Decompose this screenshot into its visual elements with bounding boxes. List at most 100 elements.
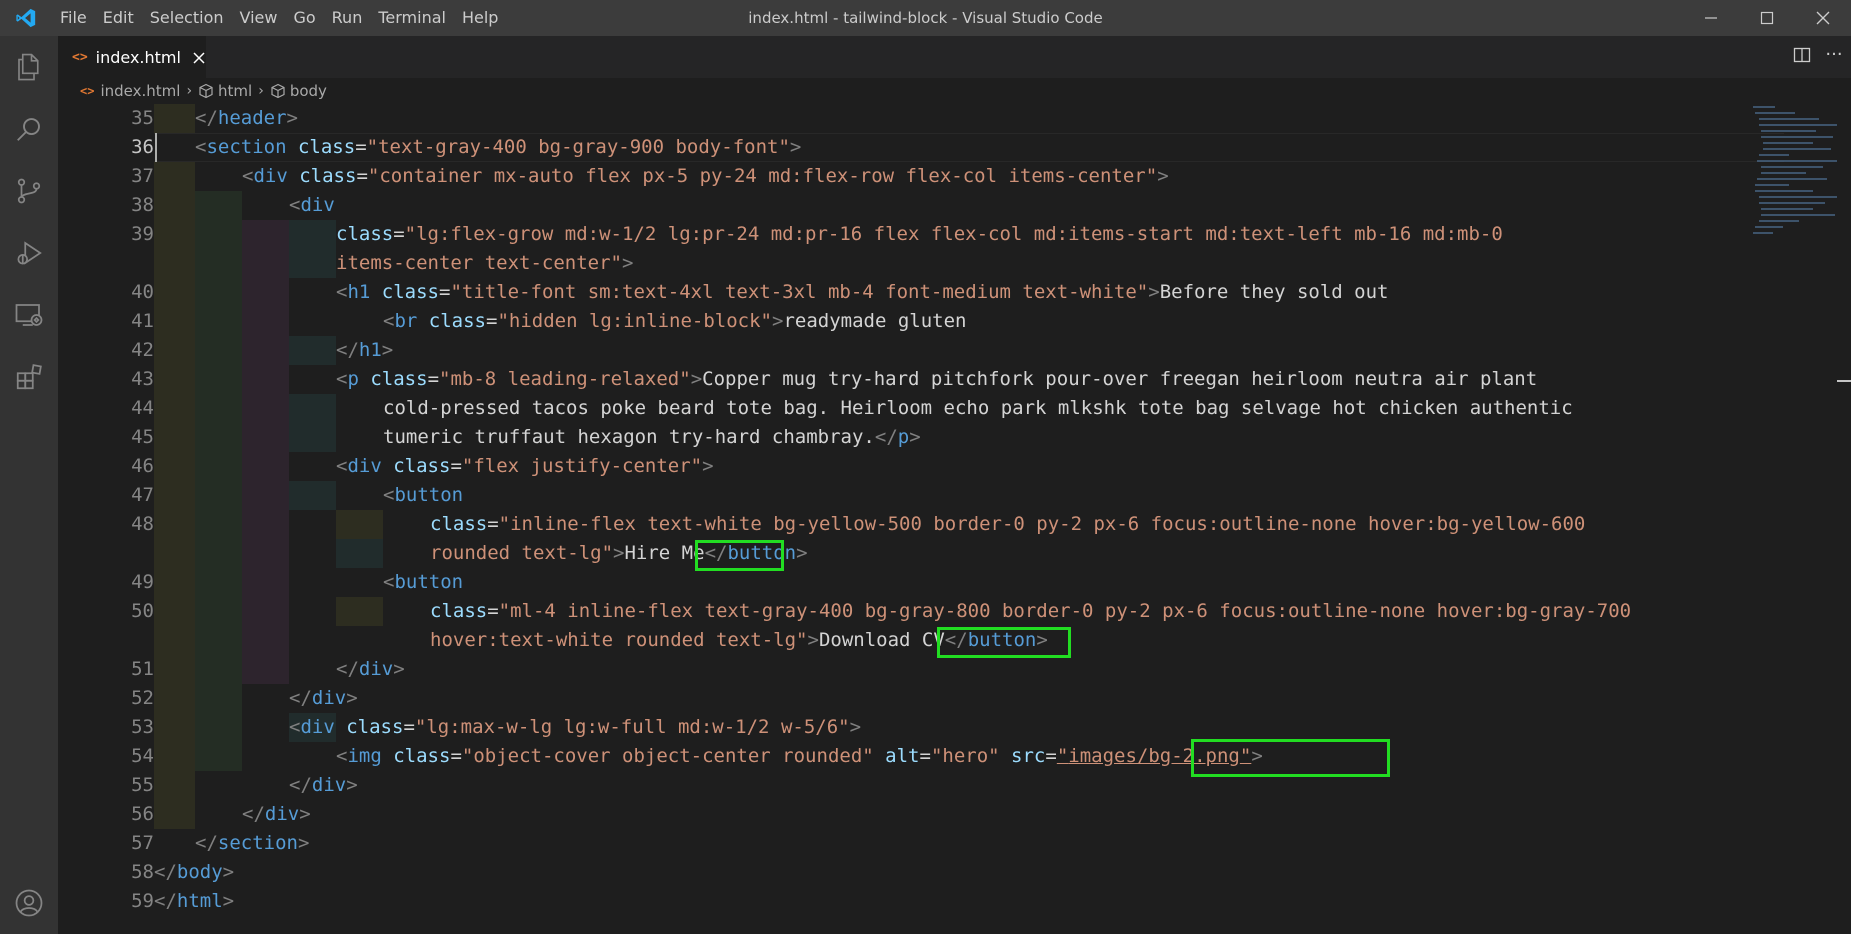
code-line: <div class="container mx-auto flex px-5 … <box>242 165 1169 187</box>
scrollbar-cursor-marker <box>1837 380 1851 382</box>
highlight-box-image-src <box>1191 739 1390 777</box>
line-number: 48 <box>131 513 154 535</box>
menu-edit[interactable]: Edit <box>95 0 142 36</box>
search-icon[interactable] <box>0 98 58 160</box>
line-number: 35 <box>131 107 154 129</box>
tab-close-button[interactable] <box>193 48 206 68</box>
line-number: 36 <box>131 136 154 158</box>
accounts-icon[interactable] <box>0 872 58 934</box>
line-number: 54 <box>131 745 154 767</box>
breadcrumb-html-label: html <box>218 82 253 100</box>
line-number: 45 <box>131 426 154 448</box>
vscode-logo-icon <box>0 0 52 36</box>
breadcrumb-file[interactable]: <> index.html <box>80 82 180 100</box>
line-number: 37 <box>131 165 154 187</box>
breadcrumb: <> index.html › html › body <box>58 78 1851 104</box>
code-line: cold-pressed tacos poke beard tote bag. … <box>383 397 1573 419</box>
title-bar: File Edit Selection View Go Run Terminal… <box>0 0 1851 36</box>
code-line: class="ml-4 inline-flex text-gray-400 bg… <box>430 600 1632 622</box>
chevron-right-icon: › <box>258 83 264 99</box>
run-debug-icon[interactable] <box>0 222 58 284</box>
symbol-element-icon <box>199 83 213 99</box>
close-window-button[interactable] <box>1795 0 1851 36</box>
line-number: 43 <box>131 368 154 390</box>
breadcrumb-body-label: body <box>289 82 327 100</box>
code-line: <button <box>383 484 464 506</box>
more-actions-icon[interactable]: ··· <box>1823 46 1845 68</box>
code-line: <p class="mb-8 leading-relaxed">Copper m… <box>336 368 1538 390</box>
code-editor[interactable]: 35 36 37 38 39 40 41 42 43 44 45 46 47 48 49 50 51 52 53 54… <box>58 104 1851 934</box>
symbol-element-icon <box>271 83 285 99</box>
line-number: 49 <box>131 571 154 593</box>
split-editor-icon[interactable] <box>1793 46 1815 68</box>
code-line: <button <box>383 571 464 593</box>
line-number: 50 <box>131 600 154 622</box>
code-line: <div <box>289 194 335 216</box>
maximize-icon <box>1760 11 1774 25</box>
line-number: 38 <box>131 194 154 216</box>
menu-bar: File Edit Selection View Go Run Terminal… <box>52 0 506 36</box>
breadcrumb-body[interactable]: body <box>270 82 327 100</box>
code-line: tumeric truffaut hexagon try-hard chambr… <box>383 426 921 448</box>
line-number: 53 <box>131 716 154 738</box>
code-line: <br class="hidden lg:inline-block">ready… <box>383 310 967 332</box>
code-line: </div> <box>289 774 358 796</box>
menu-view[interactable]: View <box>232 0 286 36</box>
line-number: 47 <box>131 484 154 506</box>
extensions-icon[interactable] <box>0 346 58 408</box>
text-cursor <box>155 133 157 162</box>
line-number: 40 <box>131 281 154 303</box>
code-line: items-center text-center"> <box>336 252 634 274</box>
menu-file[interactable]: File <box>52 0 95 36</box>
hire-me-text: Hire Me <box>624 542 705 564</box>
close-icon <box>1816 11 1830 25</box>
html-file-icon: <> <box>72 50 88 65</box>
minimap[interactable] <box>1737 104 1837 934</box>
highlight-box-download-cv <box>937 627 1071 658</box>
code-line: <img class="object-cover object-center r… <box>336 745 1263 767</box>
menu-help[interactable]: Help <box>454 0 506 36</box>
code-area[interactable]: </header> <section class="text-gray-400 … <box>154 104 1784 934</box>
minimize-button[interactable] <box>1683 0 1739 36</box>
line-number: 55 <box>131 774 154 796</box>
tab-bar: <> index.html ··· <box>58 36 1851 78</box>
breadcrumb-file-label: index.html <box>100 82 181 100</box>
line-number-gutter: 35 36 37 38 39 40 41 42 43 44 45 46 47 48 49 50 51 52 53 54… <box>58 104 154 934</box>
explorer-icon[interactable] <box>0 36 58 98</box>
line-number <box>58 249 154 278</box>
highlight-box-hire-me <box>695 540 784 571</box>
code-line: </section> <box>195 832 310 854</box>
activity-bar <box>0 36 58 934</box>
breadcrumb-html[interactable]: html <box>198 82 252 100</box>
code-line: <div class="lg:max-w-lg lg:w-full md:w-1… <box>289 716 862 738</box>
menu-go[interactable]: Go <box>285 0 323 36</box>
line-number: 58 <box>131 861 154 883</box>
menu-selection[interactable]: Selection <box>142 0 232 36</box>
line-number: 57 <box>131 832 154 854</box>
tab-index-html[interactable]: <> index.html <box>58 36 206 78</box>
code-line: class="lg:flex-grow md:w-1/2 lg:pr-24 md… <box>336 223 1503 245</box>
code-line: </div> <box>242 803 311 825</box>
line-number: 46 <box>131 455 154 477</box>
vertical-scrollbar[interactable] <box>1837 104 1851 934</box>
maximize-button[interactable] <box>1739 0 1795 36</box>
line-number: 51 <box>131 658 154 680</box>
html-file-icon: <> <box>80 84 95 98</box>
source-control-icon[interactable] <box>0 160 58 222</box>
line-number: 52 <box>131 687 154 709</box>
code-line: </header> <box>195 107 298 129</box>
code-line: </div> <box>289 687 358 709</box>
window-controls <box>1683 0 1851 36</box>
line-number <box>58 626 154 655</box>
tab-label: index.html <box>95 48 181 67</box>
download-cv-text: Download CV <box>818 629 945 651</box>
code-line: </html> <box>154 890 235 912</box>
code-line: <section class="text-gray-400 bg-gray-90… <box>195 136 802 158</box>
close-icon <box>193 51 206 64</box>
minimize-icon <box>1705 17 1717 19</box>
chevron-right-icon: › <box>186 83 193 99</box>
menu-run[interactable]: Run <box>324 0 371 36</box>
remote-explorer-icon[interactable] <box>0 284 58 346</box>
line-number: 44 <box>131 397 154 419</box>
menu-terminal[interactable]: Terminal <box>370 0 454 36</box>
